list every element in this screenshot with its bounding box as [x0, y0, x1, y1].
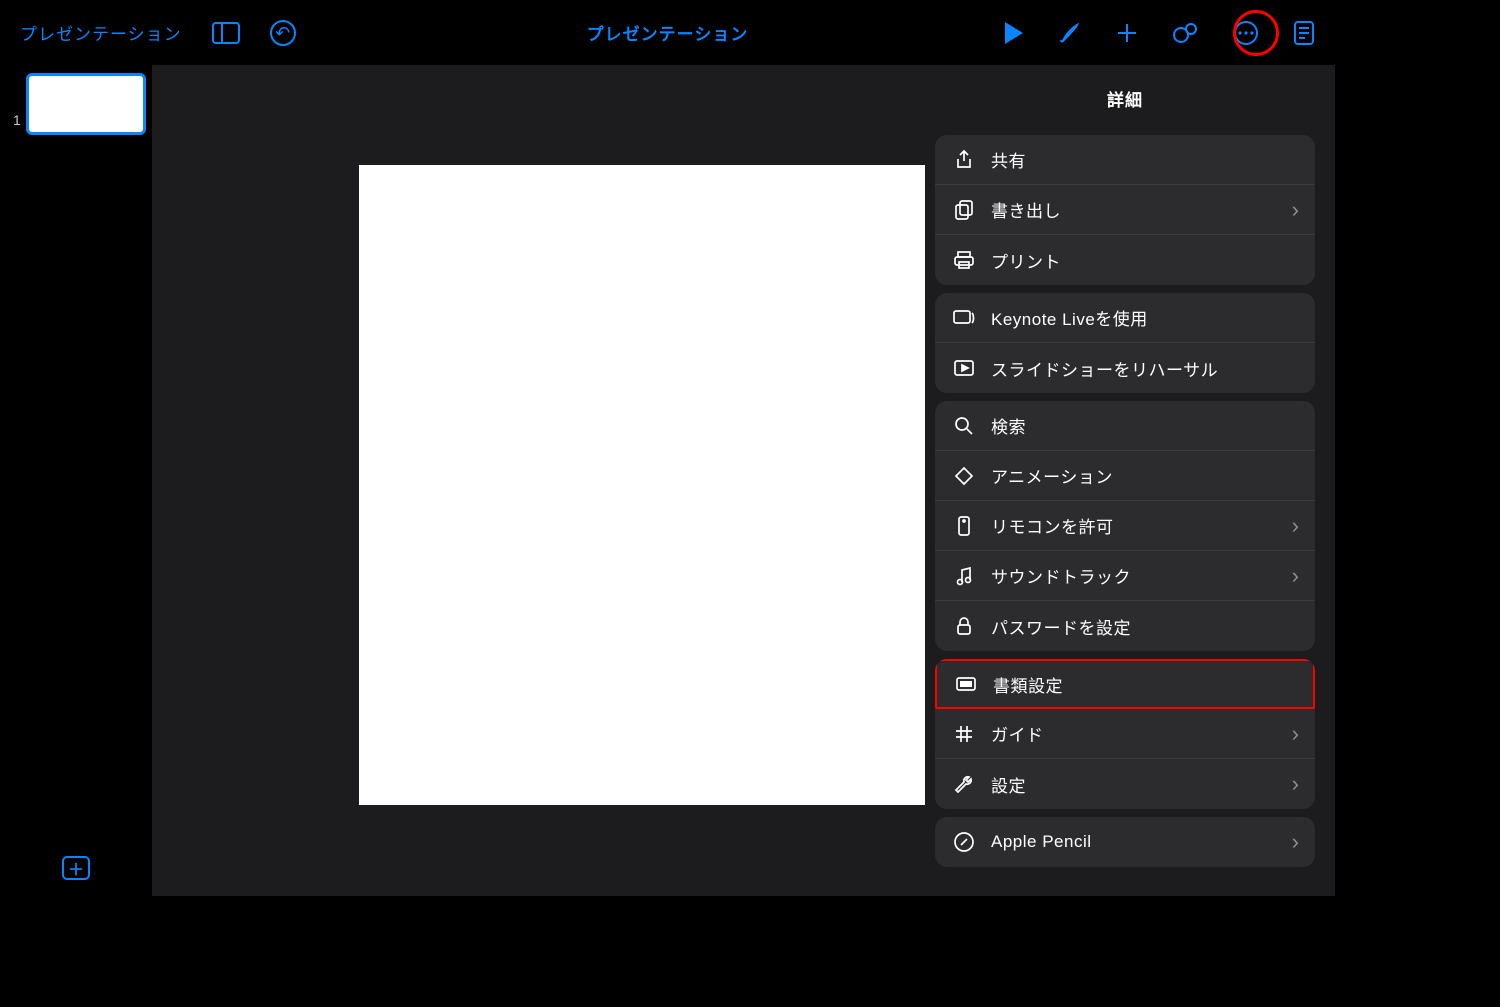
menu-label: アニメーション — [991, 463, 1299, 488]
menu-label: パスワードを設定 — [991, 614, 1299, 639]
grid-icon — [951, 724, 977, 744]
menu-item-apple-pencil[interactable]: Apple Pencil › — [935, 817, 1315, 867]
document-settings-button[interactable] — [1293, 20, 1315, 46]
menu-group-2: Keynote Liveを使用 スライドショーをリハーサル — [935, 293, 1315, 393]
play-button[interactable] — [1005, 22, 1023, 44]
toolbar: プレゼンテーション プレゼンテーション — [0, 0, 1335, 65]
menu-label: Apple Pencil — [991, 832, 1292, 852]
document-icon — [1293, 20, 1315, 46]
menu-label: プリント — [991, 248, 1299, 273]
search-icon — [951, 416, 977, 436]
play-rect-icon — [951, 359, 977, 377]
chevron-right-icon: › — [1292, 563, 1299, 589]
share-icon — [951, 149, 977, 171]
menu-item-remote[interactable]: リモコンを許可 › — [935, 501, 1315, 551]
menu-label: 設定 — [991, 772, 1292, 797]
plus-icon: ＋ — [68, 856, 84, 880]
chevron-right-icon: › — [1292, 721, 1299, 747]
back-button[interactable]: プレゼンテーション — [20, 20, 182, 45]
shapes-media-icon — [1173, 21, 1199, 45]
broadcast-icon — [951, 309, 977, 327]
play-icon — [1005, 22, 1023, 44]
menu-group-5: Apple Pencil › — [935, 817, 1315, 867]
music-note-icon — [951, 566, 977, 586]
menu-item-document-setup[interactable]: 書類設定 — [935, 659, 1315, 709]
document-title[interactable]: プレゼンテーション — [587, 20, 749, 45]
menu-item-soundtrack[interactable]: サウンドトラック › — [935, 551, 1315, 601]
menu-item-export[interactable]: 書き出し › — [935, 185, 1315, 235]
brush-icon — [1057, 21, 1081, 45]
menu-item-keynote-live[interactable]: Keynote Liveを使用 — [935, 293, 1315, 343]
format-button[interactable] — [1057, 21, 1081, 45]
menu-item-guides[interactable]: ガイド › — [935, 709, 1315, 759]
remote-icon — [951, 515, 977, 537]
more-button[interactable] — [1233, 20, 1259, 46]
menu-group-3: 検索 アニメーション リモコンを許可 › サウンドトラック › パスワードを設定 — [935, 401, 1315, 651]
menu-label: 検索 — [991, 413, 1299, 438]
chevron-right-icon: › — [1292, 829, 1299, 855]
menu-label: スライドショーをリハーサル — [991, 356, 1299, 381]
menu-group-4: 書類設定 ガイド › 設定 › — [935, 659, 1315, 809]
screen-icon — [953, 676, 979, 692]
menu-item-share[interactable]: 共有 — [935, 135, 1315, 185]
menu-item-search[interactable]: 検索 — [935, 401, 1315, 451]
chevron-right-icon: › — [1292, 771, 1299, 797]
menu-label: Keynote Liveを使用 — [991, 305, 1299, 330]
menu-item-print[interactable]: プリント — [935, 235, 1315, 285]
export-icon — [951, 199, 977, 221]
menu-item-settings[interactable]: 設定 › — [935, 759, 1315, 809]
popover-title: 詳細 — [925, 70, 1325, 127]
diamond-icon — [951, 466, 977, 486]
insert-button[interactable] — [1115, 21, 1139, 45]
slide-navigator: 1 ＋ — [0, 65, 152, 896]
menu-label: 書類設定 — [993, 672, 1297, 697]
plus-icon — [1115, 21, 1139, 45]
slide-number: 1 — [13, 112, 21, 128]
menu-group-1: 共有 書き出し › プリント — [935, 135, 1315, 285]
menu-label: 共有 — [991, 147, 1299, 172]
details-popover: 詳細 共有 書き出し › プリント Keynote Liveを使用 スライドショ… — [925, 70, 1325, 875]
chevron-right-icon: › — [1292, 513, 1299, 539]
undo-icon — [270, 20, 296, 46]
ellipsis-circle-icon — [1233, 20, 1259, 46]
undo-button[interactable] — [270, 20, 296, 46]
menu-label: サウンドトラック — [991, 563, 1292, 588]
media-button[interactable] — [1173, 21, 1199, 45]
menu-item-animation[interactable]: アニメーション — [935, 451, 1315, 501]
toolbar-right — [1005, 20, 1315, 46]
sidebar-panel-icon — [212, 22, 240, 44]
sidebar-toggle-button[interactable] — [212, 22, 240, 44]
menu-item-password[interactable]: パスワードを設定 — [935, 601, 1315, 651]
menu-item-rehearse[interactable]: スライドショーをリハーサル — [935, 343, 1315, 393]
lock-icon — [951, 616, 977, 636]
menu-label: リモコンを許可 — [991, 513, 1292, 538]
add-slide-button[interactable]: ＋ — [62, 856, 90, 880]
menu-label: 書き出し — [991, 197, 1292, 222]
slide-thumbnail-1[interactable]: 1 — [26, 73, 146, 135]
print-icon — [951, 250, 977, 270]
wrench-icon — [951, 773, 977, 795]
pencil-circle-icon — [951, 831, 977, 853]
chevron-right-icon: › — [1292, 197, 1299, 223]
toolbar-left: プレゼンテーション — [20, 20, 296, 46]
menu-label: ガイド — [991, 721, 1292, 746]
